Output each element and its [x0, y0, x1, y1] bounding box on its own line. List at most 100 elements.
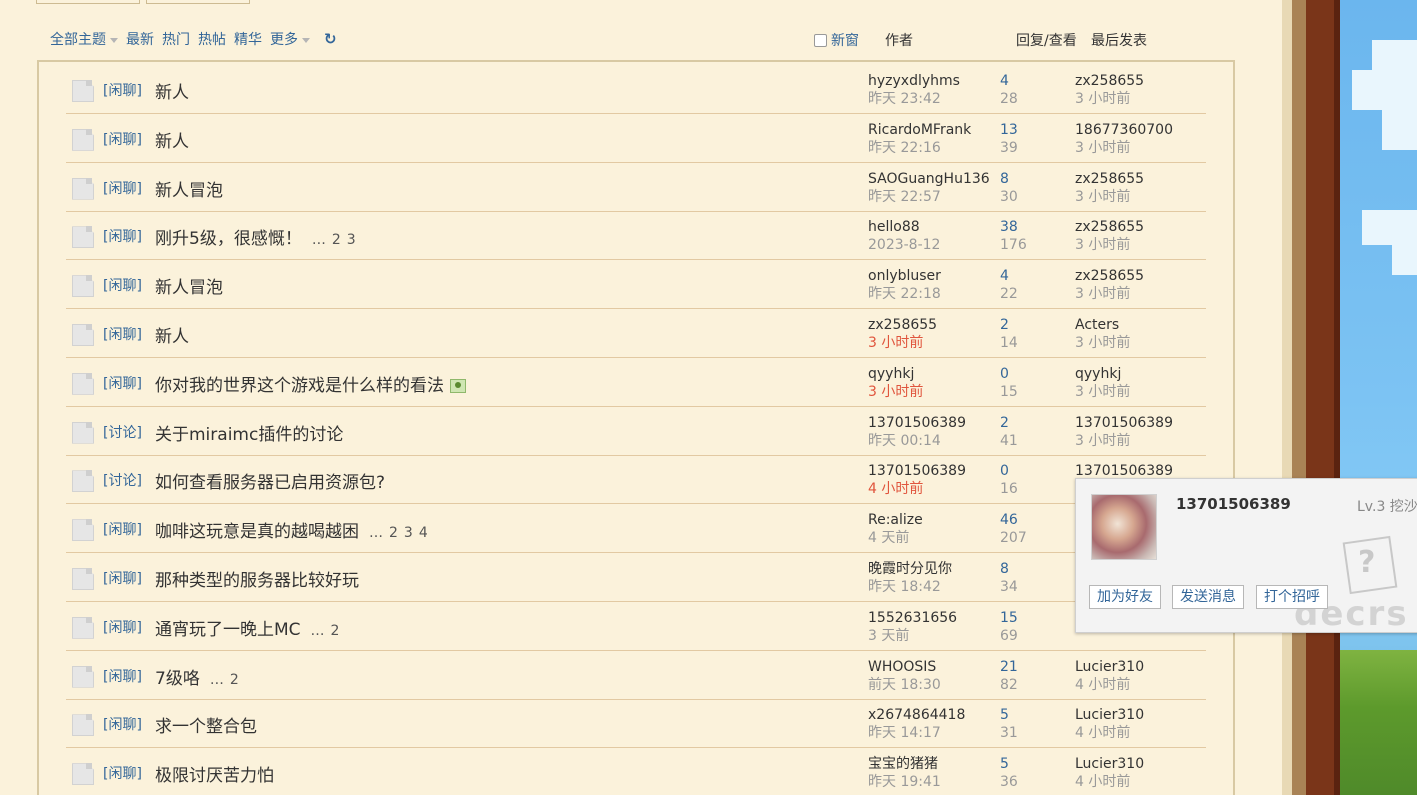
table-row[interactable]: [闲聊] 新人 zx258655 3 小时前 2 14 Acters 3 小时前 [66, 309, 1206, 358]
page-link[interactable]: 4 [419, 525, 428, 541]
last-post-time[interactable]: 3 小时前 [1075, 334, 1130, 352]
reply-count[interactable]: 46 [1000, 511, 1027, 529]
reply-count[interactable]: 15 [1000, 609, 1018, 627]
last-post-time[interactable]: 3 小时前 [1075, 90, 1144, 108]
last-post-time[interactable]: 3 小时前 [1075, 432, 1173, 450]
table-row[interactable]: [闲聊] 刚升5级，很感慨！… 2 3 hello88 2023-8-12 38 176 zx2… [66, 211, 1206, 261]
thread-title-link[interactable]: 新人冒泡 [155, 176, 223, 201]
filter-latest[interactable]: 最新 [126, 29, 154, 49]
last-post-user[interactable]: zx258655 [1075, 170, 1144, 188]
author-name[interactable]: 1552631656 [868, 609, 957, 627]
new-window-toggle[interactable]: 新窗 [814, 30, 859, 50]
reply-count[interactable]: 0 [1000, 365, 1018, 383]
thread-title-link[interactable]: 你对我的世界这个游戏是什么样的看法 [155, 371, 466, 396]
filter-digest[interactable]: 精华 [234, 29, 262, 49]
page-link[interactable]: 2 [389, 525, 398, 541]
thread-type-link[interactable]: [闲聊] [103, 714, 142, 734]
last-post-user[interactable]: zx258655 [1075, 267, 1144, 285]
page-link[interactable]: 3 [404, 525, 413, 541]
last-post-user[interactable]: zx258655 [1075, 218, 1144, 236]
thread-type-link[interactable]: [闲聊] [103, 226, 142, 246]
reply-count[interactable]: 21 [1000, 658, 1018, 676]
top-tab-2[interactable] [146, 0, 250, 4]
page-link[interactable]: 2 [331, 623, 340, 639]
thread-title-link[interactable]: 那种类型的服务器比较好玩 [155, 566, 359, 591]
table-row[interactable]: [闲聊] 咖啡这玩意是真的越喝越困… 2 3 4 Re:alize 4 天前 46 207 [66, 504, 1206, 554]
reply-count[interactable]: 13 [1000, 121, 1018, 139]
new-window-checkbox[interactable] [814, 33, 827, 47]
table-row[interactable]: [闲聊] 新人 RicardoMFrank 昨天 22:16 13 39 186773607… [66, 114, 1206, 163]
refresh-icon[interactable]: ↻ [324, 30, 337, 48]
thread-type-link[interactable]: [闲聊] [103, 373, 142, 393]
popup-username[interactable]: 13701506389 [1176, 495, 1291, 513]
table-row[interactable]: [闲聊] 新人冒泡 onlybluser 昨天 22:18 4 22 zx258655 3 小… [66, 260, 1206, 310]
thread-type-link[interactable]: [闲聊] [103, 617, 142, 637]
last-post-time[interactable]: 4 小时前 [1075, 676, 1144, 694]
author-name[interactable]: Re:alize [868, 511, 923, 529]
reply-count[interactable]: 4 [1000, 72, 1018, 90]
author-name[interactable]: 晚霞时分见你 [868, 560, 952, 578]
reply-count[interactable]: 38 [1000, 218, 1027, 236]
table-row[interactable]: [闲聊] 那种类型的服务器比较好玩 晚霞时分见你 昨天 18:42 8 34 [66, 553, 1206, 602]
thread-title-link[interactable]: 关于miraimc插件的讨论 [155, 420, 343, 445]
reply-count[interactable]: 4 [1000, 267, 1018, 285]
thread-title-link[interactable]: 咖啡这玩意是真的越喝越困… 2 3 4 [155, 517, 428, 542]
table-row[interactable]: [闲聊] 新人冒泡 SAOGuangHu136 昨天 22:57 8 30 zx258655… [66, 163, 1206, 212]
thread-title-link[interactable]: 新人冒泡 [155, 273, 223, 298]
reply-count[interactable]: 5 [1000, 755, 1018, 773]
table-row[interactable]: [闲聊] 求一个整合包 x2674864418 昨天 14:17 5 31 Lucier31… [66, 699, 1206, 749]
thread-title-link[interactable]: 如何查看服务器已启用资源包? [155, 468, 385, 493]
last-post-time[interactable]: 4 小时前 [1075, 724, 1144, 742]
thread-type-link[interactable]: [闲聊] [103, 80, 142, 100]
last-post-time[interactable]: 3 小时前 [1075, 188, 1144, 206]
thread-title-link[interactable]: 极限讨厌苦力怕 [155, 761, 274, 786]
thread-type-link[interactable]: [闲聊] [103, 275, 142, 295]
last-post-user[interactable]: Lucier310 [1075, 658, 1144, 676]
reply-count[interactable]: 2 [1000, 316, 1018, 334]
avatar[interactable] [1091, 494, 1157, 560]
last-post-time[interactable]: 3 小时前 [1075, 139, 1173, 157]
send-message-button[interactable]: 发送消息 [1172, 585, 1244, 609]
last-post-time[interactable]: 3 小时前 [1075, 285, 1144, 303]
thread-title-link[interactable]: 新人 [155, 78, 189, 103]
last-post-time[interactable]: 4 小时前 [1075, 773, 1144, 791]
thread-type-link[interactable]: [闲聊] [103, 178, 142, 198]
greet-button[interactable]: 打个招呼 [1256, 585, 1328, 609]
author-name[interactable]: 13701506389 [868, 462, 966, 480]
thread-type-link[interactable]: [闲聊] [103, 666, 142, 686]
last-post-user[interactable]: 18677360700 [1075, 121, 1173, 139]
author-name[interactable]: qyyhkj [868, 365, 923, 383]
author-name[interactable]: x2674864418 [868, 706, 965, 724]
thread-type-link[interactable]: [闲聊] [103, 519, 142, 539]
thread-title-link[interactable]: 刚升5级，很感慨！… 2 3 [155, 224, 356, 249]
thread-type-link[interactable]: [闲聊] [103, 568, 142, 588]
filter-popular[interactable]: 热门 [162, 29, 190, 49]
last-post-user[interactable]: zx258655 [1075, 72, 1144, 90]
author-name[interactable]: SAOGuangHu136 [868, 170, 990, 188]
page-link[interactable]: 3 [347, 232, 356, 248]
table-row[interactable]: [闲聊]通宵玩了一晚上MC…215526316563 天前15694 小时前 [66, 602, 1206, 651]
last-post-user[interactable]: Acters [1075, 316, 1130, 334]
thread-type-link[interactable]: [讨论] [103, 470, 142, 490]
table-row[interactable]: [讨论] 如何查看服务器已启用资源包? 13701506389 4 小时前 0 16 137… [66, 455, 1206, 505]
author-name[interactable]: 宝宝的猪猪 [868, 755, 941, 773]
thread-title-link[interactable]: 7级咯… 2 [155, 664, 239, 689]
last-post-user[interactable]: Lucier310 [1075, 755, 1144, 773]
table-row[interactable]: [闲聊] 新人 hyzyxdlyhms 昨天 23:42 4 28 zx258655 3 小时… [66, 65, 1206, 114]
author-name[interactable]: zx258655 [868, 316, 937, 334]
filter-all-topics[interactable]: 全部主题 [50, 29, 118, 49]
last-post-time[interactable]: 3 小时前 [1075, 236, 1144, 254]
reply-count[interactable]: 2 [1000, 414, 1018, 432]
table-row[interactable]: [闲聊] 7级咯… 2 WHOOSIS 前天 18:30 21 82 Lucier310 4 小… [66, 651, 1206, 700]
author-name[interactable]: WHOOSIS [868, 658, 941, 676]
reply-count[interactable]: 5 [1000, 706, 1018, 724]
last-post-user[interactable]: Lucier310 [1075, 706, 1144, 724]
last-post-user[interactable]: qyyhkj [1075, 365, 1130, 383]
last-post-user[interactable]: 13701506389 [1075, 414, 1173, 432]
author-name[interactable]: RicardoMFrank [868, 121, 971, 139]
author-name[interactable]: onlybluser [868, 267, 941, 285]
thread-type-link[interactable]: [讨论] [103, 422, 142, 442]
thread-title-link[interactable]: 求一个整合包 [155, 712, 257, 737]
thread-type-link[interactable]: [闲聊] [103, 324, 142, 344]
reply-count[interactable]: 8 [1000, 170, 1018, 188]
